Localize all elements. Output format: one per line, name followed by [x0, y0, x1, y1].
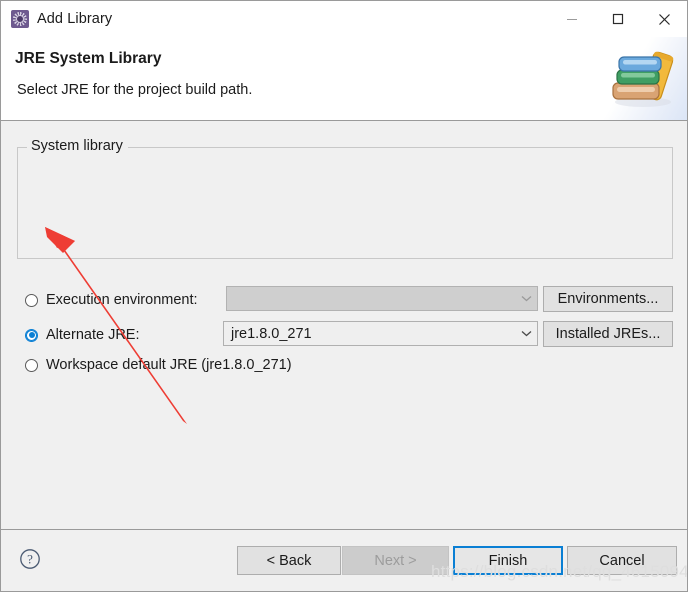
- eclipse-library-icon: [11, 10, 29, 28]
- maximize-icon: [612, 13, 624, 25]
- dialog-header: JRE System Library Select JRE for the pr…: [1, 37, 687, 121]
- alternate-jre-combo[interactable]: jre1.8.0_271: [223, 321, 538, 346]
- page-title: JRE System Library: [15, 50, 162, 67]
- radio-indicator: [25, 293, 38, 307]
- title-bar[interactable]: Add Library: [1, 1, 687, 37]
- radio-indicator: [25, 328, 38, 342]
- watermark: https://blog.csdn.net/qq_46150940: [431, 562, 688, 581]
- books-stack-icon: [612, 51, 674, 107]
- execution-environment-combo[interactable]: [226, 286, 538, 311]
- radio-label-alternate-jre: Alternate JRE:: [46, 327, 140, 343]
- installed-jres-button[interactable]: Installed JREs...: [543, 321, 673, 347]
- radio-execution-environment[interactable]: Execution environment:: [1, 292, 198, 308]
- maximize-button[interactable]: [595, 1, 641, 37]
- radio-label-workspace-default-jre: Workspace default JRE (jre1.8.0_271): [46, 357, 292, 373]
- alternate-jre-combo-value: jre1.8.0_271: [231, 325, 312, 342]
- workspace-default-jre-row: Workspace default JRE (jre1.8.0_271): [1, 352, 292, 378]
- chevron-down-icon: [515, 330, 537, 337]
- chevron-down-icon: [515, 295, 537, 302]
- system-library-legend: System library: [27, 137, 128, 155]
- window-controls: [549, 1, 687, 37]
- radio-label-execution-environment: Execution environment:: [46, 292, 198, 308]
- radio-workspace-default-jre[interactable]: Workspace default JRE (jre1.8.0_271): [1, 357, 292, 373]
- page-description: Select JRE for the project build path.: [17, 82, 253, 98]
- help-icon[interactable]: ?: [19, 548, 41, 575]
- close-icon: [658, 13, 670, 25]
- radio-alternate-jre[interactable]: Alternate JRE:: [1, 327, 140, 343]
- back-button[interactable]: < Back: [237, 546, 341, 575]
- minimize-button[interactable]: [549, 1, 595, 37]
- execution-environment-row: Execution environment:: [1, 287, 198, 313]
- banner: [595, 37, 687, 120]
- add-library-dialog: Add Library JRE System Library Select JR…: [0, 0, 688, 592]
- system-library-group: [17, 147, 673, 259]
- radio-indicator: [25, 358, 38, 372]
- window-title: Add Library: [37, 11, 113, 27]
- dialog-body: System library Execution environment: En…: [1, 121, 687, 529]
- alternate-jre-row: Alternate JRE:: [1, 322, 140, 348]
- minimize-icon: [567, 19, 577, 20]
- environments-button[interactable]: Environments...: [543, 286, 673, 312]
- close-button[interactable]: [641, 1, 687, 37]
- svg-text:?: ?: [27, 552, 33, 567]
